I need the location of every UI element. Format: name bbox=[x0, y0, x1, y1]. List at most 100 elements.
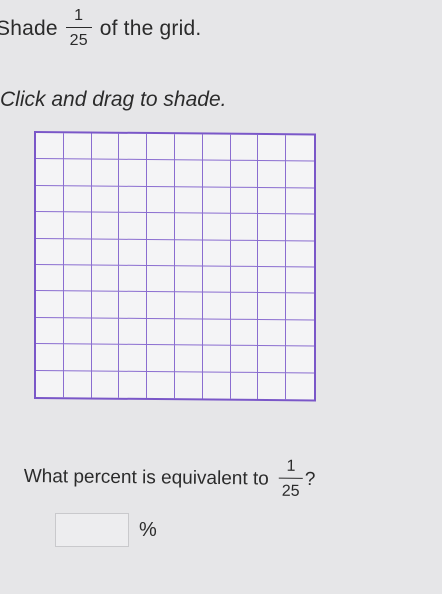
grid-cell[interactable] bbox=[174, 319, 203, 346]
grid-cell[interactable] bbox=[36, 238, 64, 266]
grid-cell[interactable] bbox=[202, 213, 231, 241]
grid-cell[interactable] bbox=[174, 292, 203, 320]
grid-cell[interactable] bbox=[202, 187, 231, 214]
grid-cell[interactable] bbox=[286, 214, 314, 242]
percent-answer-input[interactable] bbox=[55, 513, 129, 547]
grid-cell[interactable] bbox=[258, 372, 287, 400]
grid-cell[interactable] bbox=[36, 370, 64, 398]
grid-cell[interactable] bbox=[36, 317, 64, 345]
grid-cell[interactable] bbox=[230, 134, 259, 162]
grid-cell[interactable] bbox=[147, 160, 175, 188]
grid-cell[interactable] bbox=[258, 187, 287, 215]
grid-cell[interactable] bbox=[174, 266, 203, 293]
grid-cell[interactable] bbox=[258, 346, 287, 373]
grid-cell[interactable] bbox=[174, 371, 203, 399]
grid-cell[interactable] bbox=[91, 212, 120, 240]
grid-cell[interactable] bbox=[36, 159, 64, 187]
grid-cell[interactable] bbox=[286, 293, 314, 321]
grid-cell[interactable] bbox=[63, 133, 92, 160]
grid-cell[interactable] bbox=[36, 212, 64, 239]
grid-cell[interactable] bbox=[147, 133, 175, 161]
grid-cell[interactable] bbox=[286, 346, 314, 374]
grid-cell[interactable] bbox=[230, 266, 259, 294]
grid-cell[interactable] bbox=[202, 266, 231, 294]
grid-cell[interactable] bbox=[119, 239, 148, 266]
grid-cell[interactable] bbox=[202, 160, 231, 188]
grid-cell[interactable] bbox=[230, 345, 259, 373]
grid-cell[interactable] bbox=[286, 267, 314, 294]
grid-cell[interactable] bbox=[286, 187, 314, 215]
grid-cell[interactable] bbox=[286, 135, 314, 162]
grid-cell[interactable] bbox=[119, 212, 148, 240]
grid-cell[interactable] bbox=[202, 345, 231, 373]
grid-cell[interactable] bbox=[202, 372, 231, 399]
grid-cell[interactable] bbox=[119, 292, 148, 319]
grid-cell[interactable] bbox=[286, 319, 314, 347]
grid-cell[interactable] bbox=[36, 344, 64, 371]
grid-cell[interactable] bbox=[147, 265, 175, 293]
grid-cell[interactable] bbox=[91, 344, 120, 372]
grid-cell[interactable] bbox=[91, 133, 120, 161]
grid-cell[interactable] bbox=[63, 370, 92, 398]
grid-cell[interactable] bbox=[91, 371, 120, 398]
grid-cell[interactable] bbox=[91, 239, 120, 266]
grid-cell[interactable] bbox=[36, 133, 64, 160]
grid-cell[interactable] bbox=[286, 161, 314, 189]
grid-cell[interactable] bbox=[230, 187, 259, 215]
grid-cell[interactable] bbox=[174, 187, 203, 214]
grid-cell[interactable] bbox=[258, 161, 287, 188]
grid-cell[interactable] bbox=[258, 266, 287, 294]
grid-cell[interactable] bbox=[258, 293, 287, 320]
grid-cell[interactable] bbox=[286, 373, 314, 400]
grid-cell[interactable] bbox=[202, 319, 231, 346]
grid-cell[interactable] bbox=[91, 186, 120, 213]
grid-cell[interactable] bbox=[202, 240, 231, 267]
grid-cell[interactable] bbox=[258, 319, 287, 347]
grid-cell[interactable] bbox=[36, 265, 64, 292]
grid-cell[interactable] bbox=[63, 291, 92, 319]
grid-cell[interactable] bbox=[63, 318, 92, 345]
grid-cell[interactable] bbox=[63, 159, 92, 187]
grid-cell[interactable] bbox=[91, 291, 120, 319]
grid-cell[interactable] bbox=[63, 265, 92, 292]
grid-cell[interactable] bbox=[230, 372, 259, 399]
grid-cell[interactable] bbox=[91, 318, 120, 345]
grid-cell[interactable] bbox=[147, 318, 175, 346]
grid-cell[interactable] bbox=[36, 291, 64, 319]
grid-cell[interactable] bbox=[174, 160, 203, 188]
grid-cell[interactable] bbox=[147, 213, 175, 240]
grid-cell[interactable] bbox=[230, 319, 259, 347]
grid-cell[interactable] bbox=[230, 293, 259, 320]
grid-cell[interactable] bbox=[119, 186, 148, 214]
grid-cell[interactable] bbox=[36, 185, 64, 213]
grid-cell[interactable] bbox=[258, 240, 287, 268]
grid-cell[interactable] bbox=[202, 292, 231, 320]
grid-cell[interactable] bbox=[119, 133, 148, 161]
grid-cell[interactable] bbox=[230, 161, 259, 188]
grid-cell[interactable] bbox=[147, 371, 175, 399]
grid-cell[interactable] bbox=[63, 344, 92, 372]
grid-cell[interactable] bbox=[119, 265, 148, 293]
grid-cell[interactable] bbox=[119, 344, 148, 372]
grid-cell[interactable] bbox=[202, 134, 231, 162]
grid-cell[interactable] bbox=[147, 239, 175, 267]
grid-cell[interactable] bbox=[174, 345, 203, 373]
grid-cell[interactable] bbox=[119, 318, 148, 346]
grid-cell[interactable] bbox=[174, 134, 203, 161]
grid-cell[interactable] bbox=[147, 186, 175, 214]
shading-grid[interactable] bbox=[34, 131, 316, 402]
grid-cell[interactable] bbox=[230, 213, 259, 241]
grid-cell[interactable] bbox=[63, 186, 92, 213]
grid-cell[interactable] bbox=[174, 213, 203, 241]
grid-cell[interactable] bbox=[63, 238, 92, 266]
grid-cell[interactable] bbox=[91, 265, 120, 293]
grid-cell[interactable] bbox=[230, 240, 259, 267]
grid-cell[interactable] bbox=[258, 214, 287, 241]
grid-cell[interactable] bbox=[258, 134, 287, 162]
grid-cell[interactable] bbox=[147, 292, 175, 320]
grid-cell[interactable] bbox=[119, 371, 148, 398]
grid-cell[interactable] bbox=[63, 212, 92, 240]
grid-cell[interactable] bbox=[147, 345, 175, 372]
grid-cell[interactable] bbox=[286, 240, 314, 268]
grid-cell[interactable] bbox=[119, 160, 148, 187]
